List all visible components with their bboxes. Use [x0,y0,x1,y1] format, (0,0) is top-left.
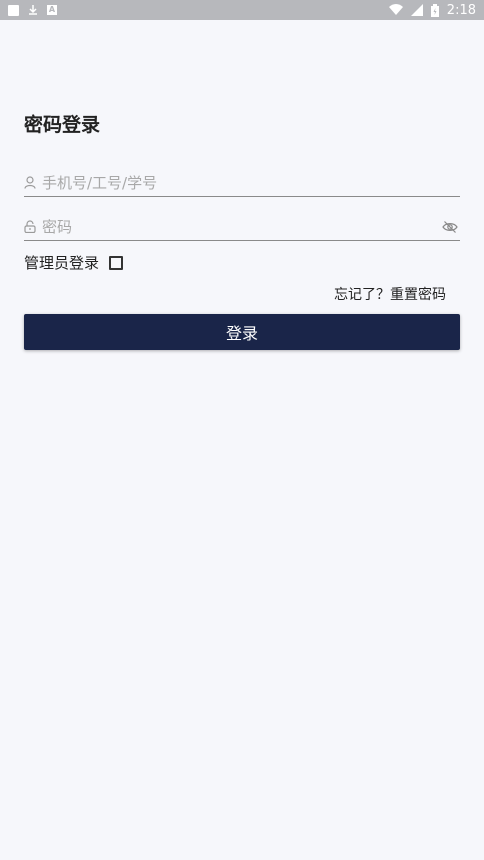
admin-login-label: 管理员登录 [24,254,100,272]
wifi-icon [388,4,403,15]
signal-icon [410,4,423,16]
password-input[interactable] [42,217,442,236]
status-time: 2:18 [446,2,476,18]
password-field [24,213,460,241]
admin-login-checkbox[interactable] [109,255,124,270]
battery-icon [430,3,439,17]
download-icon [27,4,39,16]
admin-login-row: 管理员登录 [24,252,124,273]
forgot-password-link[interactable]: 忘记了？重置密码 [334,284,446,304]
square-notification-icon [8,4,19,16]
phone-input[interactable] [42,173,460,192]
a-icon: A [47,5,57,15]
page-title: 密码登录 [24,114,101,136]
eye-off-icon[interactable] [442,219,458,235]
status-system: 2:18 [388,2,476,18]
phone-field [24,169,460,197]
user-icon [24,176,38,190]
status-bar: A 2:18 [0,0,484,20]
lock-icon [24,220,38,234]
login-button[interactable]: 登录 [24,314,460,350]
status-notifications: A [8,4,57,16]
